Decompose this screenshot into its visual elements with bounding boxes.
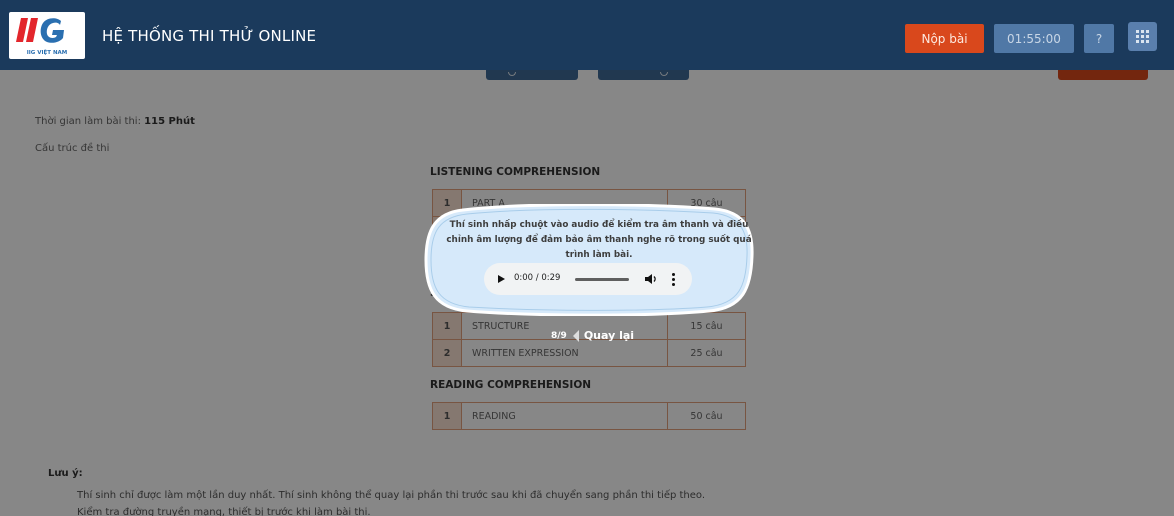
- exam-time-value: 115 Phút: [144, 116, 195, 127]
- submit-button[interactable]: Nộp bài: [905, 24, 984, 53]
- iig-logo-mark-icon: [16, 18, 64, 43]
- audio-time: 0:00 / 0:29: [514, 273, 561, 283]
- more-options-icon[interactable]: [672, 273, 675, 288]
- apps-grid-button[interactable]: [1128, 22, 1157, 51]
- tour-back-label: Quay lại: [583, 329, 635, 342]
- play-icon[interactable]: [498, 275, 505, 283]
- help-button[interactable]: ?: [1084, 24, 1114, 53]
- part-count: 15 câu: [667, 312, 746, 340]
- part-count: 50 câu: [667, 402, 746, 430]
- part-name: WRITTEN EXPRESSION: [461, 339, 668, 367]
- reading-table: 1 READING 50 câu: [432, 402, 746, 430]
- audio-player[interactable]: 0:00 / 0:29: [484, 263, 692, 295]
- headphones-icon: [660, 72, 668, 76]
- structure-label: Cấu trúc đề thi: [35, 143, 110, 154]
- part-number: 2: [432, 339, 462, 367]
- page-title: HỆ THỐNG THI THỬ ONLINE: [102, 27, 317, 45]
- exam-time: Thời gian làm bài thi: 115 Phút: [35, 116, 195, 127]
- tour-step-counter: 8/9: [551, 330, 567, 341]
- part-name: READING: [461, 402, 668, 430]
- chevron-left-icon: [572, 329, 579, 342]
- logo-subtext: IIG VIỆT NAM: [26, 50, 68, 56]
- exam-time-label: Thời gian làm bài thi:: [35, 116, 141, 127]
- audio-progress-slider[interactable]: [575, 278, 629, 281]
- tour-navigation: 8/9 Quay lại: [551, 329, 634, 342]
- countdown-timer[interactable]: 01:55:00: [994, 24, 1074, 53]
- volume-icon[interactable]: [644, 272, 658, 286]
- table-row: 2 WRITTEN EXPRESSION 25 câu: [432, 339, 746, 367]
- notes-title: Lưu ý:: [48, 468, 83, 479]
- part-number: 1: [432, 402, 462, 430]
- note-line: Kiểm tra đường truyền mạng, thiết bị trư…: [77, 507, 371, 516]
- note-line: Thí sinh chỉ được làm một lần duy nhất. …: [77, 490, 706, 501]
- iig-logo: IIG VIỆT NAM: [9, 12, 85, 59]
- headphones-icon: [508, 72, 516, 76]
- part-count: 25 câu: [667, 339, 746, 367]
- part-number: 1: [432, 312, 462, 340]
- section-title-reading: READING COMPREHENSION: [430, 379, 592, 391]
- apps-grid-icon: [1136, 30, 1149, 43]
- tour-message: Thí sinh nhấp chuột vào audio để kiểm tr…: [446, 220, 752, 260]
- section-title-listening: LISTENING COMPREHENSION: [430, 166, 601, 178]
- table-row: 1 READING 50 câu: [432, 402, 746, 430]
- tour-back-button[interactable]: Quay lại: [572, 329, 635, 342]
- top-header: IIG VIỆT NAM HỆ THỐNG THI THỬ ONLINE Nộp…: [0, 0, 1174, 70]
